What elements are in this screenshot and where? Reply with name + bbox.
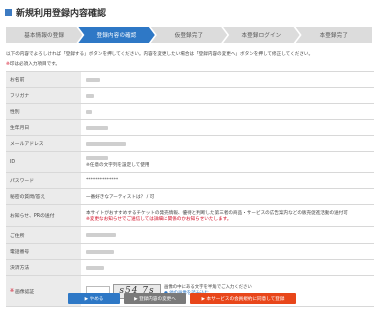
action-buttons: ▶ やめる ▶ 登録内容の変更へ ▶ 本サービスの会員規約に同意して登録 — [0, 293, 380, 305]
required-note: ※印は必須入力項目です。 — [6, 61, 60, 67]
redacted-value — [86, 233, 116, 237]
value-birthdate — [81, 120, 374, 135]
row-phone: 電話番号 — [6, 244, 374, 260]
redacted-value — [86, 249, 114, 254]
label-id: ID — [6, 152, 81, 172]
label-name: お名前 — [6, 72, 81, 87]
value-id: ※任意の文字列を設定して使用 — [81, 152, 374, 172]
step-confirm: 登録内容の確認 — [78, 27, 154, 43]
row-secret-question: 秘密の質問/答え 一番好きなアーティストは？ / 可 — [6, 189, 374, 205]
step-registration-complete: 本登録完了 — [295, 27, 373, 43]
agree-and-register-button[interactable]: ▶ 本サービスの会員規約に同意して登録 — [190, 293, 296, 304]
label-phone: 電話番号 — [6, 244, 81, 259]
pr-mail-warning: ※変更なお知らせでご送信しては詳細に関係のかお知らせいたします。 — [86, 216, 232, 222]
value-password: ************** — [86, 178, 119, 183]
step-login: 本登録ログイン — [223, 27, 299, 43]
row-address: ご住所 — [6, 227, 374, 244]
row-name: お名前 — [6, 72, 374, 88]
row-id: ID ※任意の文字列を設定して使用 — [6, 152, 374, 173]
edit-registration-button[interactable]: ▶ 登録内容の変更へ — [124, 293, 186, 304]
value-name — [81, 72, 374, 87]
redacted-value — [86, 141, 126, 146]
value-furigana — [81, 88, 374, 103]
row-password: パスワード ************** — [6, 173, 374, 189]
value-payment — [81, 260, 374, 275]
cancel-button[interactable]: ▶ やめる — [68, 293, 120, 304]
redacted-value — [86, 109, 92, 114]
label-email: メールアドレス — [6, 136, 81, 151]
row-payment: 決済方法 — [6, 260, 374, 276]
title-square-icon — [5, 8, 12, 16]
value-address — [81, 227, 374, 243]
required-note-text: 印は必須入力項目です。 — [9, 62, 60, 67]
row-email: メールアドレス — [6, 136, 374, 152]
redacted-value — [86, 77, 100, 82]
redacted-value — [86, 125, 108, 130]
page-title: 新規利用登録内容確認 — [16, 8, 107, 19]
row-birthdate: 生年月日 — [6, 120, 374, 136]
value-pr-mail: 本サイトがおすすめするチケットの発売情報、優待と判断した第三者の商品・サービスの… — [81, 205, 374, 226]
row-gender: 性別 — [6, 104, 374, 120]
redacted-value — [86, 93, 94, 98]
label-gender: 性別 — [6, 104, 81, 119]
label-secret-question: 秘密の質問/答え — [6, 189, 81, 204]
value-secret-question: 一番好きなアーティストは？ / 可 — [86, 194, 155, 200]
intro-text: 以下の内容でよろしければ「登録する」ボタンを押してください。内容を変更したい場合… — [6, 52, 314, 57]
label-pr-mail: お知らせ、PRの送付 — [6, 205, 81, 226]
label-birthdate: 生年月日 — [6, 120, 81, 135]
redacted-value — [86, 265, 104, 270]
value-phone — [81, 244, 374, 259]
label-furigana: フリガナ — [6, 88, 81, 103]
step-basic-info: 基本情報の登録 — [6, 27, 82, 43]
value-email — [81, 136, 374, 151]
row-pr-mail: お知らせ、PRの送付 本サイトがおすすめするチケットの発売情報、優待と判断した第… — [6, 205, 374, 227]
value-gender — [81, 104, 374, 119]
id-note: ※任意の文字列を設定して使用 — [86, 163, 150, 168]
label-payment: 決済方法 — [6, 260, 81, 275]
redacted-value — [86, 156, 108, 160]
label-address: ご住所 — [6, 227, 81, 243]
row-furigana: フリガナ — [6, 88, 374, 104]
page-header: 新規利用登録内容確認 — [2, 3, 376, 21]
step-provisional-complete: 仮登録完了 — [151, 27, 227, 43]
confirmation-table: お名前 フリガナ 性別 生年月日 メールアドレス ID ※任意の文字列を設定して… — [6, 71, 374, 307]
label-password: パスワード — [6, 173, 81, 188]
progress-steps: 基本情報の登録 登録内容の確認 仮登録完了 本登録ログイン 本登録完了 — [6, 27, 373, 43]
